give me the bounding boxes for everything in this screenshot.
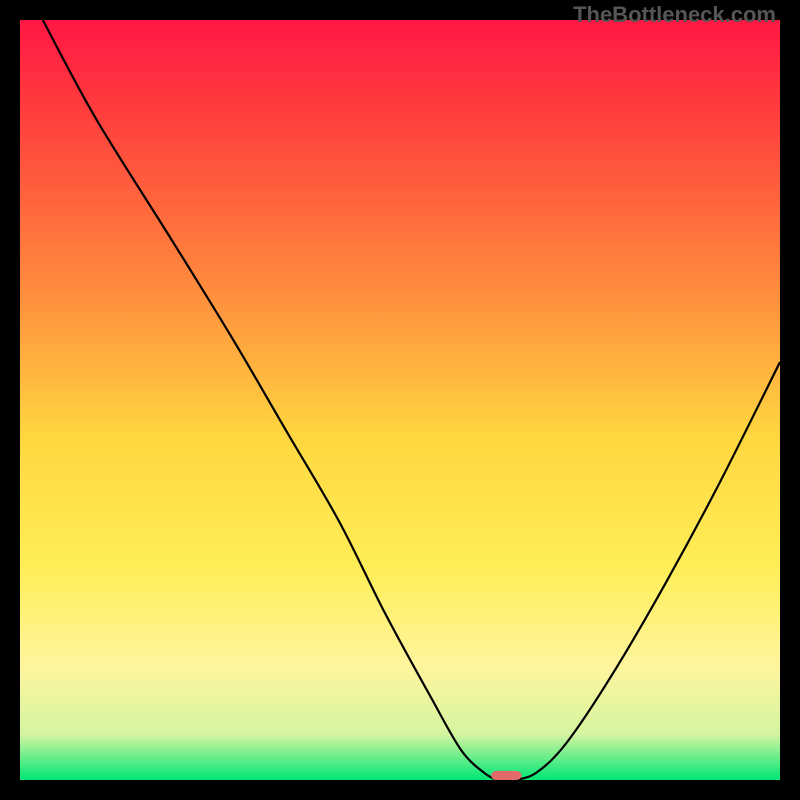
optimal-marker bbox=[491, 771, 521, 780]
chart-background bbox=[20, 20, 780, 780]
watermark-text: TheBottleneck.com bbox=[573, 2, 776, 28]
chart-svg bbox=[20, 20, 780, 780]
chart-frame bbox=[20, 20, 780, 780]
